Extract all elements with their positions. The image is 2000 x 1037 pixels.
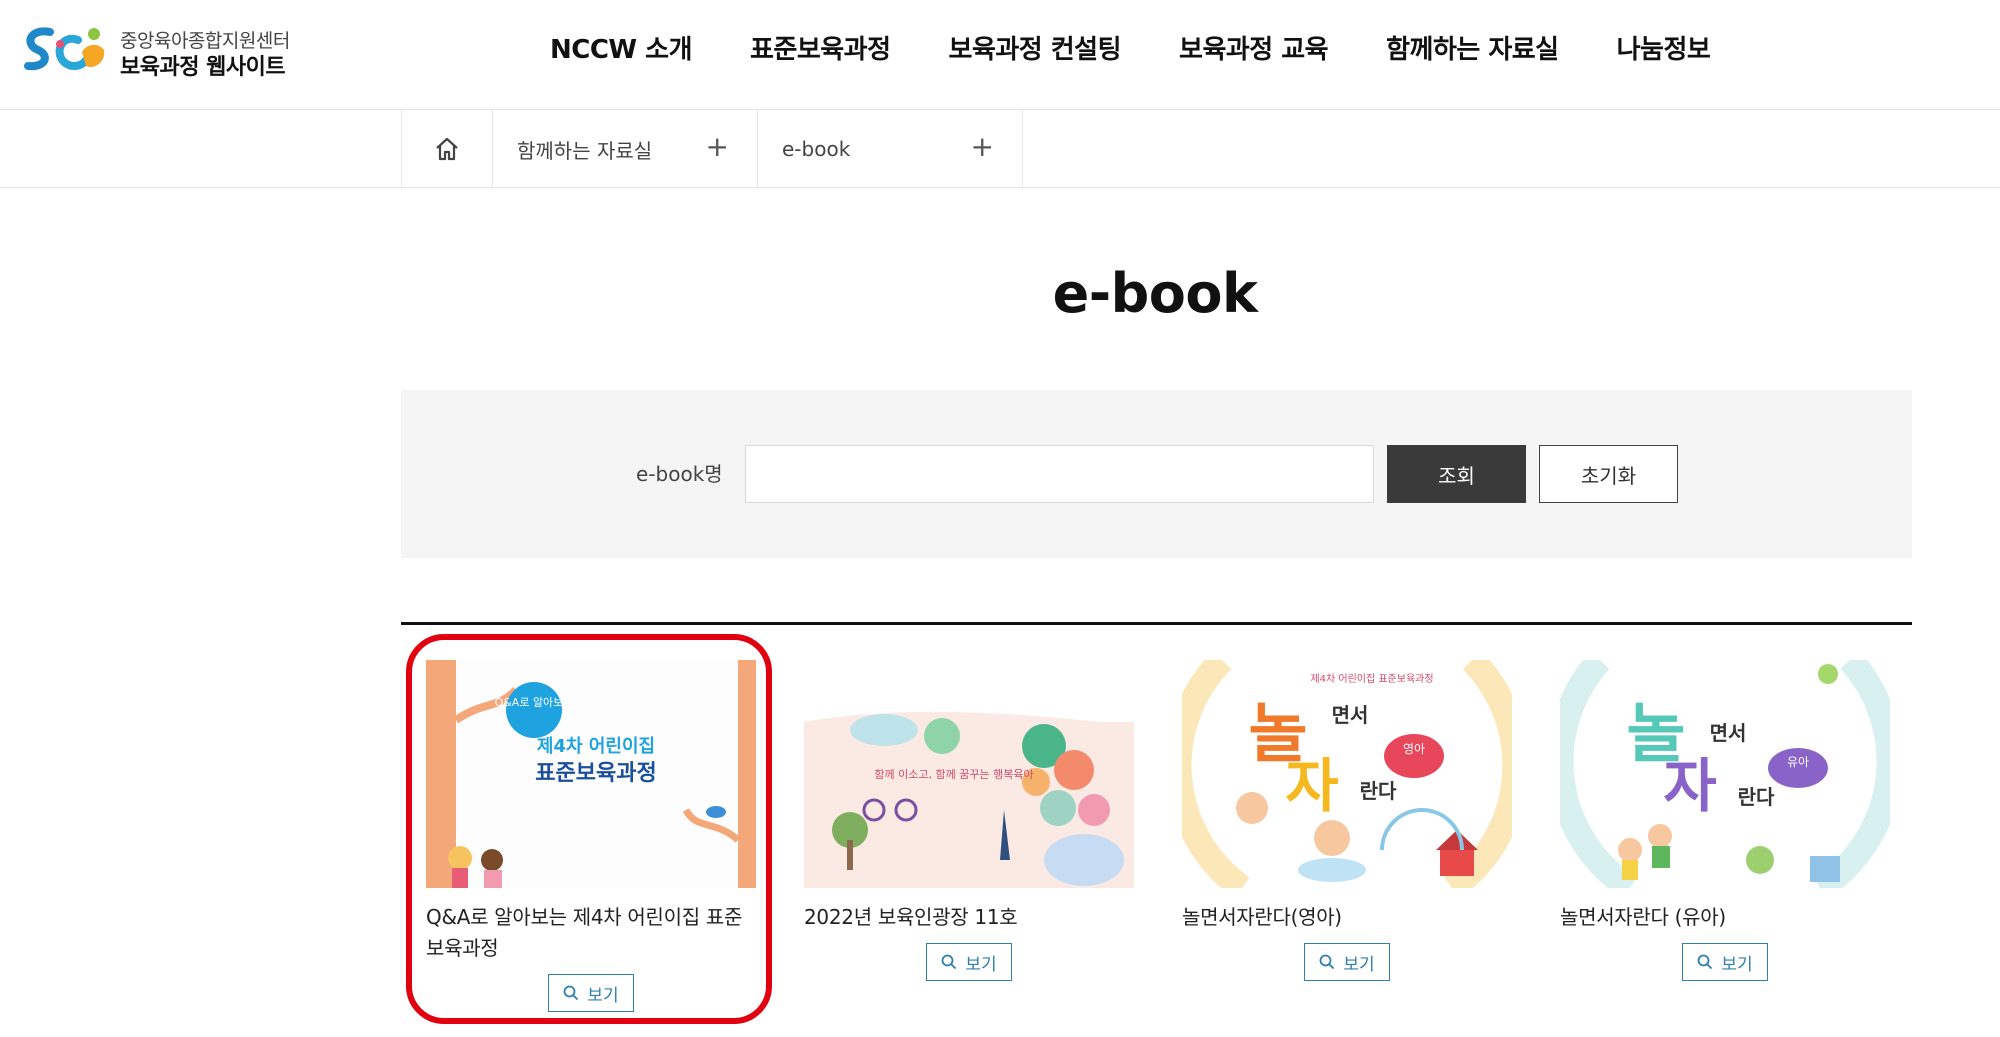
- breadcrumb-level1-label: 함께하는 자료실: [517, 138, 653, 163]
- breadcrumb-level1[interactable]: 함께하는 자료실 +: [493, 110, 758, 188]
- logo-title: 보육과정 웹사이트: [120, 55, 286, 80]
- nav-item-sharing[interactable]: 나눔정보: [1617, 30, 1711, 70]
- search-panel: e-book명 조회 초기화: [401, 390, 1912, 558]
- search-icon: [1697, 954, 1713, 970]
- ebook-cover-image: 제4차 어린이집 표준보육과정 놀 면서 자 란다 영아: [1182, 660, 1512, 888]
- cover-small2: 란다: [1360, 779, 1397, 803]
- ebook-cover[interactable]: 제4차 어린이집 표준보육과정 놀 면서 자 란다 영아: [1182, 660, 1512, 888]
- view-button[interactable]: 보기: [926, 943, 1012, 981]
- page-title: e-book: [1052, 262, 1258, 325]
- view-button[interactable]: 보기: [1304, 943, 1390, 981]
- view-button[interactable]: 보기: [548, 974, 634, 1012]
- reset-button[interactable]: 초기화: [1539, 445, 1678, 503]
- site-header: 중앙육아종합지원센터 보육과정 웹사이트 NCCW 소개 표준보육과정 보육과정…: [0, 0, 2000, 110]
- ebook-cover-image: 놀 면서 자 란다 유아: [1560, 660, 1890, 888]
- ebook-title: Q&A로 알아보는 제4차 어린이집 표준보육과정: [426, 905, 743, 960]
- breadcrumb: 함께하는 자료실 + e-book +: [0, 110, 2000, 188]
- ebook-card[interactable]: 함께 이소고, 함께 꿈꾸는 행복육아 2022년 보육인광장 11호 보기: [804, 660, 1134, 981]
- view-button-label: 보기: [1721, 954, 1753, 975]
- cover-badge-text: Q&A로 알아보는: [495, 695, 574, 709]
- search-label: e-book명: [636, 462, 723, 486]
- search-icon: [941, 954, 957, 970]
- cover-top-text: 제4차 어린이집 표준보육과정: [1310, 673, 1433, 685]
- search-icon: [1319, 954, 1335, 970]
- ebook-card[interactable]: 놀 면서 자 란다 유아 놀면서자란다 (유아) 보기: [1560, 660, 1890, 981]
- search-button[interactable]: 조회: [1387, 445, 1526, 503]
- ebook-cover[interactable]: Q&A로 알아보는 제4차 어린이집 표준보육과정: [426, 660, 756, 888]
- ebook-card[interactable]: 제4차 어린이집 표준보육과정 놀 면서 자 란다 영아 놀면서자란다(영아) …: [1182, 660, 1512, 981]
- view-button-label: 보기: [1343, 954, 1375, 975]
- breadcrumb-level2[interactable]: e-book +: [758, 110, 1023, 188]
- cover-bubble: 유아: [1787, 755, 1809, 769]
- cover-caption: 함께 이소고, 함께 꿈꾸는 행복육아: [874, 768, 1033, 781]
- nav-item-nccw-intro[interactable]: NCCW 소개: [550, 30, 693, 70]
- nav-item-consulting[interactable]: 보육과정 컨설팅: [949, 30, 1122, 70]
- ebook-title: 놀면서자란다 (유아): [1560, 905, 1726, 929]
- expand-icon[interactable]: +: [971, 132, 994, 162]
- ebook-cover[interactable]: 놀 면서 자 란다 유아: [1560, 660, 1890, 888]
- cover-small2: 란다: [1738, 785, 1775, 809]
- cover-line1: 제4차 어린이집: [537, 736, 655, 757]
- nav-item-resources[interactable]: 함께하는 자료실: [1386, 30, 1559, 70]
- breadcrumb-level2-label: e-book: [782, 137, 851, 161]
- ebook-title: 놀면서자란다(영아): [1182, 905, 1342, 929]
- list-divider: [401, 622, 1912, 625]
- ebook-cover-image: Q&A로 알아보는 제4차 어린이집 표준보육과정: [426, 660, 756, 888]
- breadcrumb-home[interactable]: [401, 110, 493, 188]
- ebook-name-input[interactable]: [745, 445, 1374, 503]
- cover-bubble: 영아: [1403, 742, 1425, 756]
- ebook-cover[interactable]: 함께 이소고, 함께 꿈꾸는 행복육아: [804, 660, 1134, 888]
- ebook-cover-image: 함께 이소고, 함께 꿈꾸는 행복육아: [804, 660, 1134, 888]
- search-icon: [563, 985, 579, 1001]
- ebook-title: 2022년 보육인광장 11호: [804, 905, 1018, 929]
- expand-icon[interactable]: +: [706, 132, 729, 162]
- cover-big2: 자: [1663, 752, 1716, 820]
- home-icon: [436, 137, 458, 161]
- site-logo[interactable]: 중앙육아종합지원센터 보육과정 웹사이트: [20, 22, 290, 82]
- cover-line2: 표준보육과정: [535, 761, 656, 786]
- cover-small1: 면서: [1710, 721, 1747, 745]
- view-button-label: 보기: [965, 954, 997, 975]
- ebook-card[interactable]: Q&A로 알아보는 제4차 어린이집 표준보육과정 Q&A로 알아보는 제4차 …: [426, 660, 756, 1012]
- cover-big2: 자: [1285, 752, 1338, 820]
- view-button[interactable]: 보기: [1682, 943, 1768, 981]
- logo-mark-icon: [24, 27, 105, 71]
- view-button-label: 보기: [587, 985, 619, 1006]
- nav-item-education[interactable]: 보육과정 교육: [1179, 30, 1329, 70]
- nav-item-standard-curriculum[interactable]: 표준보육과정: [750, 30, 891, 70]
- main-nav: NCCW 소개 표준보육과정 보육과정 컨설팅 보육과정 교육 함께하는 자료실…: [550, 30, 1768, 70]
- cover-small1: 면서: [1332, 703, 1369, 727]
